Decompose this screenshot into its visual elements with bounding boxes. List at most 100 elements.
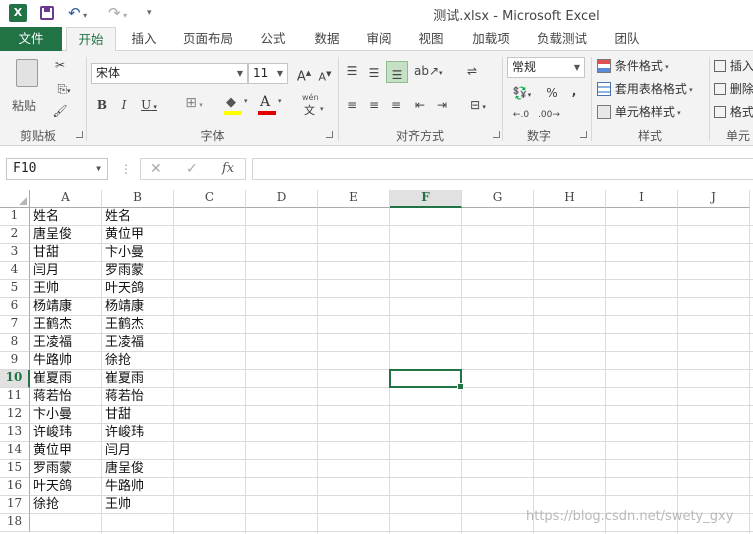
insert-function-icon[interactable]: fx: [222, 161, 234, 176]
row-header[interactable]: 5: [0, 280, 30, 298]
cut-icon[interactable]: ✂: [52, 57, 68, 73]
cell-b8[interactable]: 王凌福: [102, 334, 174, 352]
cell-styles-button[interactable]: 单元格样式 ▾: [597, 103, 707, 121]
cell-a8[interactable]: 王凌福: [30, 334, 102, 352]
align-center-icon[interactable]: ≡: [366, 97, 382, 113]
row-header[interactable]: 15: [0, 460, 30, 478]
tab-load-test[interactable]: 负载测试: [530, 27, 594, 51]
column-header-i[interactable]: I: [606, 190, 678, 208]
row-header[interactable]: 2: [0, 226, 30, 244]
align-middle-icon[interactable]: ☰: [366, 65, 382, 81]
tab-page-layout[interactable]: 页面布局: [176, 27, 240, 51]
row-header[interactable]: 9: [0, 352, 30, 370]
row-header[interactable]: 3: [0, 244, 30, 262]
cell-a7[interactable]: 王鹤杰: [30, 316, 102, 334]
formula-input[interactable]: [252, 158, 753, 180]
cell-b3[interactable]: 卞小曼: [102, 244, 174, 262]
align-left-icon[interactable]: ≡: [344, 97, 360, 113]
copy-icon[interactable]: ⎘▾: [52, 81, 76, 99]
cell-b9[interactable]: 徐抢: [102, 352, 174, 370]
row-header[interactable]: 17: [0, 496, 30, 514]
align-bottom-icon[interactable]: ☰: [386, 61, 408, 83]
font-name-select[interactable]: 宋体 ▼: [91, 63, 248, 84]
alignment-launcher-icon[interactable]: [493, 131, 500, 138]
tab-addins[interactable]: 加载项: [464, 27, 518, 51]
cell-b14[interactable]: 闫月: [102, 442, 174, 460]
selected-cell-f10[interactable]: [389, 369, 464, 390]
cell-b11[interactable]: 蒋若怡: [102, 388, 174, 406]
cell-a4[interactable]: 闫月: [30, 262, 102, 280]
cell-b18[interactable]: [102, 514, 174, 532]
cell-b6[interactable]: 杨靖康: [102, 298, 174, 316]
cell-a10[interactable]: 崔夏雨: [30, 370, 102, 388]
increase-indent-icon[interactable]: ⇥: [434, 97, 450, 113]
cell-a11[interactable]: 蒋若怡: [30, 388, 102, 406]
orientation-icon[interactable]: ab↗▾: [414, 63, 443, 81]
cell-a18[interactable]: [30, 514, 102, 532]
tab-file[interactable]: 文件: [0, 27, 62, 51]
cell-a15[interactable]: 罗雨蒙: [30, 460, 102, 478]
column-header-f[interactable]: F: [390, 190, 462, 208]
wrap-text-icon[interactable]: ⇌: [464, 63, 480, 79]
percent-icon[interactable]: %: [544, 85, 560, 101]
align-right-icon[interactable]: ≡: [388, 97, 404, 113]
cell-b2[interactable]: 黄位甲: [102, 226, 174, 244]
italic-icon[interactable]: I: [117, 97, 131, 113]
clipboard-launcher-icon[interactable]: [76, 131, 83, 138]
row-header[interactable]: 18: [0, 514, 30, 532]
row-header[interactable]: 10: [0, 370, 30, 388]
cell-a9[interactable]: 牛路帅: [30, 352, 102, 370]
cell-b1[interactable]: 姓名: [102, 208, 174, 226]
format-cells-button[interactable]: 格式: [714, 103, 753, 121]
worksheet-grid[interactable]: A B C D E F G H I J 1 姓名 姓名 2 唐呈俊 黄位甲 3 甘甜 卞小曼 4 闫月 罗雨蒙 5 王帅 叶天鸽…: [0, 190, 753, 534]
column-header-e[interactable]: E: [318, 190, 390, 208]
comma-style-icon[interactable]: ,: [568, 83, 580, 99]
merge-center-icon[interactable]: ⊟ ▾: [464, 97, 492, 115]
row-header[interactable]: 8: [0, 334, 30, 352]
cell-a12[interactable]: 卞小曼: [30, 406, 102, 424]
tab-team[interactable]: 团队: [606, 27, 648, 51]
cell-a1[interactable]: 姓名: [30, 208, 102, 226]
align-top-icon[interactable]: ☰: [344, 63, 360, 79]
cell-b13[interactable]: 许峻玮: [102, 424, 174, 442]
cell-b7[interactable]: 王鹤杰: [102, 316, 174, 334]
cell-a13[interactable]: 许峻玮: [30, 424, 102, 442]
tab-view[interactable]: 视图: [410, 27, 452, 51]
row-header[interactable]: 11: [0, 388, 30, 406]
tab-formulas[interactable]: 公式: [252, 27, 294, 51]
number-format-select[interactable]: 常规 ▼: [507, 57, 585, 78]
underline-icon[interactable]: U ▾: [138, 97, 160, 115]
format-painter-icon[interactable]: 🖌: [52, 103, 68, 119]
font-color-icon[interactable]: A ▾: [258, 94, 286, 115]
paste-button[interactable]: 粘贴: [8, 57, 46, 117]
row-header[interactable]: 14: [0, 442, 30, 460]
cell-a6[interactable]: 杨靖康: [30, 298, 102, 316]
formula-bar-handle-icon[interactable]: ⋮: [120, 162, 132, 176]
borders-icon[interactable]: ⊞ ▾: [180, 95, 208, 113]
row-header[interactable]: 4: [0, 262, 30, 280]
tab-insert[interactable]: 插入: [122, 27, 166, 51]
column-header-h[interactable]: H: [534, 190, 606, 208]
cell-a16[interactable]: 叶天鸽: [30, 478, 102, 496]
grow-font-icon[interactable]: A▲: [296, 65, 312, 85]
row-header[interactable]: 16: [0, 478, 30, 496]
name-box[interactable]: F10 ▼: [6, 158, 108, 180]
cell-b17[interactable]: 王帅: [102, 496, 174, 514]
tab-data[interactable]: 数据: [306, 27, 348, 51]
number-launcher-icon[interactable]: [580, 131, 587, 138]
select-all-button[interactable]: [0, 190, 30, 208]
cell-b10[interactable]: 崔夏雨: [102, 370, 174, 388]
decrease-indent-icon[interactable]: ⇤: [412, 97, 428, 113]
format-as-table-button[interactable]: 套用表格格式 ▾: [597, 80, 707, 98]
cell-a2[interactable]: 唐呈俊: [30, 226, 102, 244]
cell-b4[interactable]: 罗雨蒙: [102, 262, 174, 280]
tab-home[interactable]: 开始: [66, 27, 116, 52]
bold-icon[interactable]: B: [95, 97, 109, 113]
column-header-b[interactable]: B: [102, 190, 174, 208]
column-header-j[interactable]: J: [678, 190, 750, 208]
font-launcher-icon[interactable]: [326, 131, 333, 138]
cell-b12[interactable]: 甘甜: [102, 406, 174, 424]
enter-icon[interactable]: ✓: [186, 161, 198, 177]
cell-a3[interactable]: 甘甜: [30, 244, 102, 262]
cell-a17[interactable]: 徐抢: [30, 496, 102, 514]
